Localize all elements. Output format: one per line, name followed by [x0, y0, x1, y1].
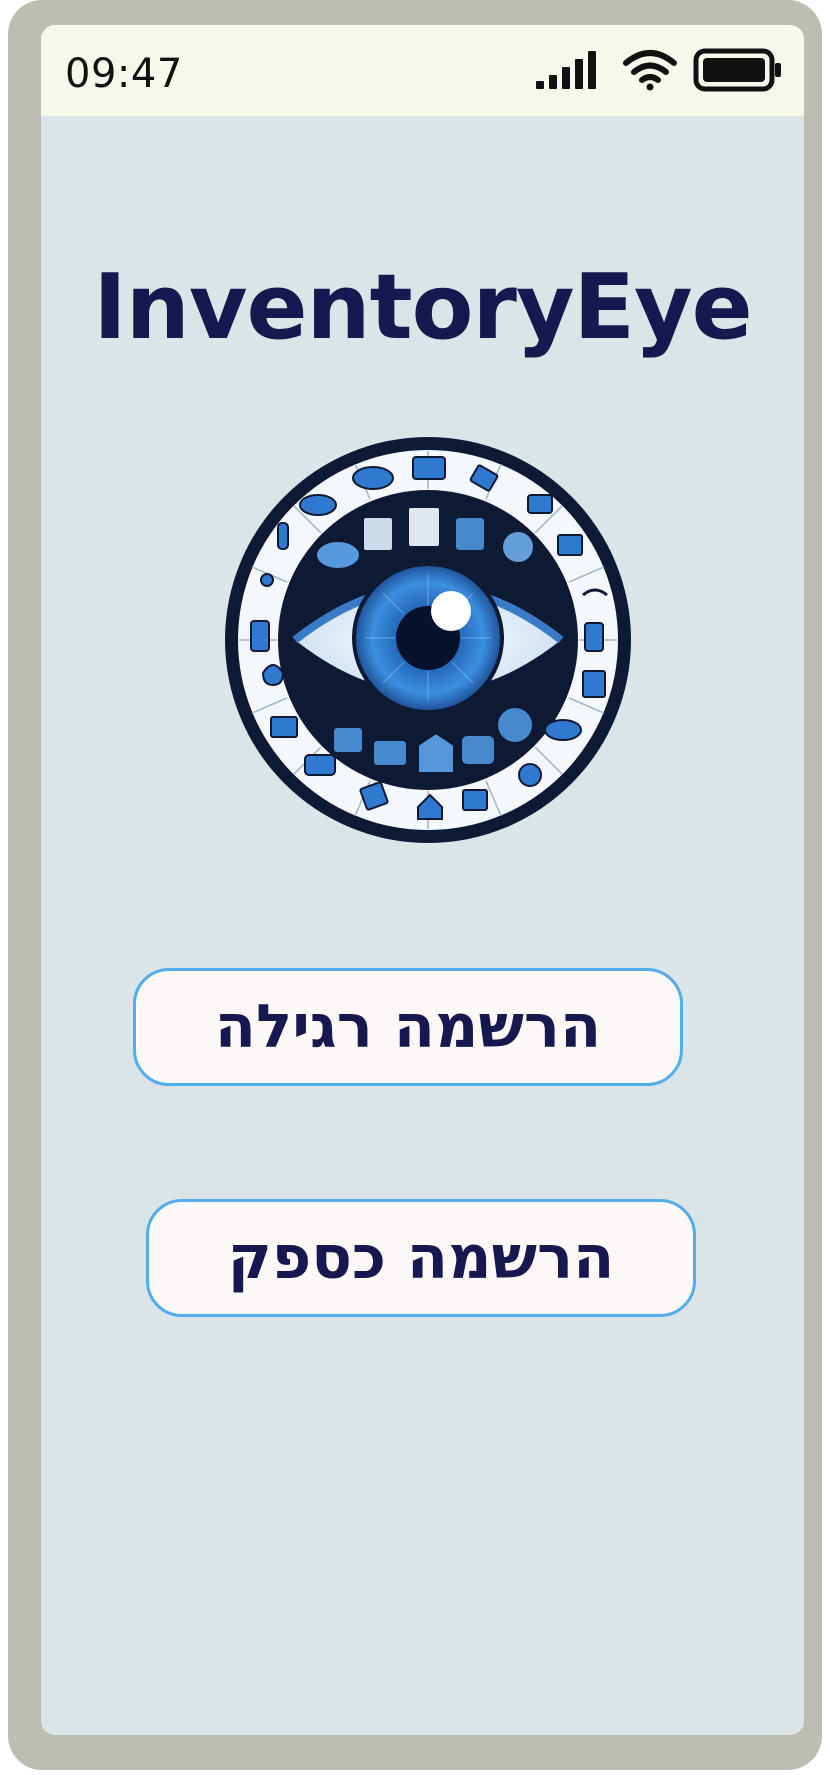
screen: 09:47 InventoryEye הרשמה רגילה הרשמה כספ…	[41, 25, 804, 1735]
eye-logo-icon	[223, 435, 633, 845]
regular-signup-label: הרשמה רגילה	[214, 992, 602, 1062]
regular-signup-button[interactable]: הרשמה רגילה	[133, 968, 683, 1086]
supplier-signup-button[interactable]: הרשמה כספק	[146, 1199, 696, 1317]
signal-icon	[536, 51, 596, 89]
app-title: InventoryEye	[93, 255, 752, 360]
battery-icon	[693, 48, 781, 92]
supplier-signup-label: הרשמה כספק	[227, 1223, 615, 1293]
status-icons-svg	[536, 48, 781, 92]
phone-frame: 09:47 InventoryEye הרשמה רגילה הרשמה כספ…	[8, 0, 822, 1770]
status-icons	[536, 47, 786, 97]
wifi-icon	[623, 50, 677, 91]
status-bar: 09:47	[41, 25, 804, 116]
status-time: 09:47	[65, 51, 183, 97]
